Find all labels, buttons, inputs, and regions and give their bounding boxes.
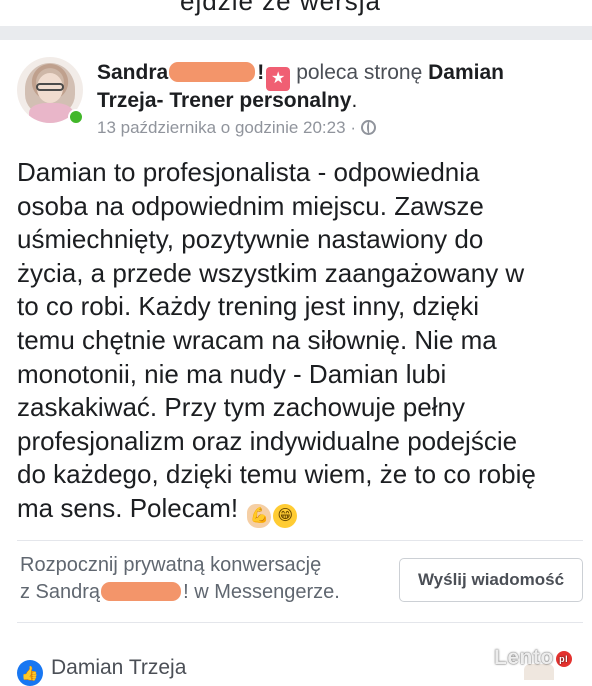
messenger-line2-suffix: w Messengerze. [194, 581, 340, 603]
send-message-button[interactable]: Wyślij wiadomość [399, 558, 583, 602]
review-line: profesjonalizm oraz indywidualne podejśc… [17, 425, 518, 456]
review-line: życia, a przede wszystkim zaangażowany w [17, 257, 525, 288]
review-line-last: ma sens. Polecam! 💪 😁 [17, 492, 589, 528]
feed-divider [0, 26, 592, 40]
messenger-prompt: Rozpocznij prywatną konwersację z Sandrą… [20, 554, 340, 603]
redaction-mark [169, 62, 256, 82]
meta-separator: · [350, 118, 356, 137]
review-line: uśmiechnięty, pozytywnie nastawiony do [17, 224, 484, 255]
review-line: osoba na odpowiednim miejscu. Zawsze [17, 190, 484, 221]
page-name-line2[interactable]: Trzeja- Trener personalny [97, 89, 351, 112]
flexed-biceps-icon: 💪 [247, 503, 272, 528]
divider [17, 540, 583, 541]
watermark: Lento pl [494, 646, 572, 670]
watermark-badge: pl [555, 651, 572, 667]
globe-icon[interactable] [360, 120, 376, 135]
page-name-line1[interactable]: Damian [428, 61, 504, 84]
grinning-face-icon: 😁 [273, 503, 298, 528]
author-name[interactable]: Sandra [97, 61, 168, 84]
review-line: monotonii, nie ma nudy - Damian lubi [17, 358, 447, 389]
online-status-icon [68, 109, 84, 125]
post-header: Sandra! ★ poleca stronę Damian [97, 60, 504, 91]
review-line: Damian to profesjonalista - odpowiednia [17, 157, 480, 187]
messenger-line2-prefix: z Sandrą [20, 581, 101, 603]
footer-name[interactable]: Damian Trzeja [51, 656, 186, 679]
review-line: temu chętnie wracam na siłownię. Nie ma [17, 324, 497, 355]
review-line: zaskakiwać. Przy tym zachowuje pełny [17, 392, 465, 423]
review-line: do każdego, dzięki temu wiem, że to co r… [17, 459, 536, 490]
top-cutoff-text: ejdzie że wersja [180, 0, 381, 16]
messenger-line1: Rozpocznij prywatną konwersację [20, 554, 322, 576]
post-meta: 13 października o godzinie 20:23 · [97, 118, 376, 138]
watermark-text: Lento [494, 646, 554, 669]
timestamp[interactable]: 13 października o godzinie 20:23 [97, 118, 346, 137]
review-line: to co robi. Każdy trening jest inny, dzi… [17, 291, 479, 322]
review-text: Damian to profesjonalista - odpowiednia … [17, 156, 589, 528]
divider [17, 622, 583, 623]
redaction-mark [101, 582, 182, 601]
recommends-text: poleca stronę [296, 61, 423, 84]
post-header-line2: Trzeja- Trener personalny. [97, 89, 358, 112]
like-icon: 👍 [17, 660, 43, 686]
next-review-header[interactable]: 👍 Damian Trzeja [17, 656, 186, 686]
